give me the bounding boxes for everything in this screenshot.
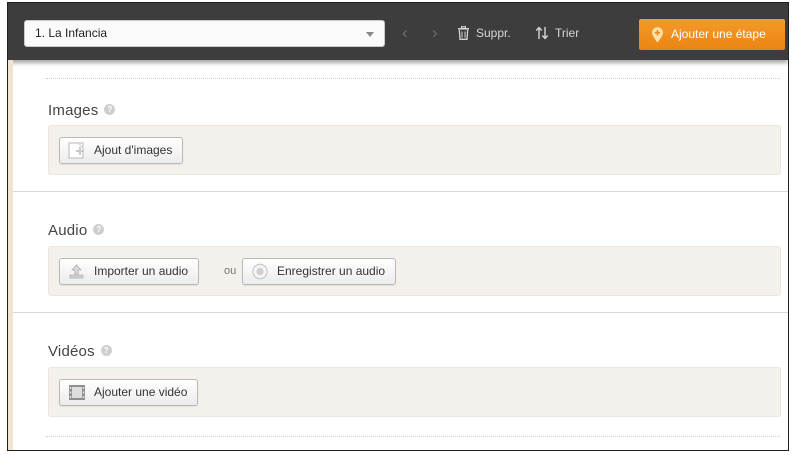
delete-label: Suppr. bbox=[476, 26, 511, 40]
sort-arrows-icon bbox=[535, 26, 549, 40]
left-accent-bar bbox=[8, 60, 13, 450]
image-file-icon bbox=[68, 142, 84, 159]
add-step-label: Ajouter une étape bbox=[671, 27, 766, 41]
section-divider bbox=[13, 312, 788, 313]
add-video-label: Ajouter une vidéo bbox=[94, 385, 188, 399]
import-audio-label: Importer un audio bbox=[94, 264, 189, 278]
record-audio-button[interactable]: Enregistrer un audio bbox=[242, 258, 397, 285]
images-section-title: Images? bbox=[48, 102, 116, 119]
or-separator: ou bbox=[224, 265, 237, 277]
upload-icon bbox=[69, 264, 84, 279]
chevron-right-icon[interactable]: › bbox=[432, 21, 438, 45]
section-divider bbox=[13, 191, 788, 192]
videos-title: Vidéos bbox=[48, 343, 95, 360]
step-select-value: 1. La Infancia bbox=[35, 26, 108, 40]
sort-button[interactable]: Trier bbox=[535, 22, 579, 44]
audio-title: Audio bbox=[48, 222, 88, 239]
dotted-divider bbox=[46, 78, 780, 79]
story-editor-frame: 1. La Infancia ‹ › Suppr. Trier Ajouter … bbox=[7, 2, 789, 451]
audio-panel: Importer un audio ou Enregistrer un audi… bbox=[48, 246, 781, 296]
dotted-divider bbox=[46, 436, 780, 437]
step-select[interactable]: 1. La Infancia bbox=[24, 20, 385, 47]
film-icon bbox=[69, 385, 85, 400]
trash-icon bbox=[458, 25, 469, 40]
add-step-button[interactable]: Ajouter une étape bbox=[639, 19, 785, 50]
toolbar: 1. La Infancia ‹ › Suppr. Trier Ajouter … bbox=[8, 3, 788, 60]
question-mark-icon[interactable]: ? bbox=[100, 344, 112, 356]
videos-panel: Ajouter une vidéo bbox=[48, 367, 781, 417]
record-icon bbox=[252, 263, 268, 280]
add-video-button[interactable]: Ajouter une vidéo bbox=[59, 379, 199, 406]
question-mark-icon[interactable]: ? bbox=[93, 223, 105, 235]
chevron-left-icon[interactable]: ‹ bbox=[402, 21, 408, 45]
images-title: Images bbox=[48, 102, 99, 119]
sort-label: Trier bbox=[555, 26, 580, 40]
record-audio-label: Enregistrer un audio bbox=[277, 264, 386, 278]
videos-section-title: Vidéos? bbox=[48, 343, 112, 360]
map-pin-icon bbox=[652, 27, 663, 43]
caret-down-icon bbox=[366, 32, 374, 37]
images-panel: Ajout d'images bbox=[48, 125, 781, 175]
add-images-label: Ajout d'images bbox=[94, 143, 173, 157]
delete-button[interactable]: Suppr. bbox=[457, 22, 511, 44]
import-audio-button[interactable]: Importer un audio bbox=[59, 258, 200, 285]
audio-section-title: Audio? bbox=[48, 222, 105, 239]
add-images-button[interactable]: Ajout d'images bbox=[59, 137, 184, 164]
question-mark-icon[interactable]: ? bbox=[104, 103, 116, 115]
